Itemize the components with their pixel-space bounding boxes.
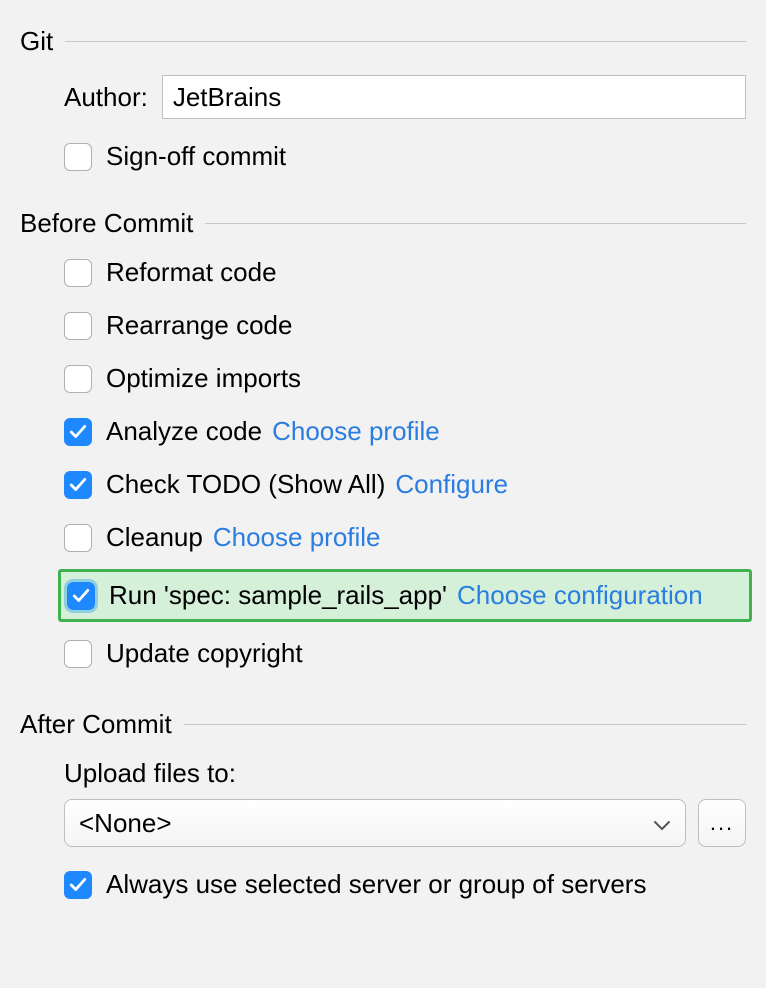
always-use-checkbox[interactable] xyxy=(64,871,92,899)
upload-select-value: <None> xyxy=(79,808,172,839)
analyze-checkbox[interactable] xyxy=(64,418,92,446)
run-tests-checkbox[interactable] xyxy=(67,582,95,610)
todo-checkbox[interactable] xyxy=(64,471,92,499)
before-commit-title: Before Commit xyxy=(20,208,205,239)
author-input[interactable] xyxy=(162,75,746,119)
git-section-header: Git xyxy=(20,26,746,57)
browse-button[interactable]: ... xyxy=(698,799,746,847)
reformat-label: Reformat code xyxy=(106,257,277,288)
before-commit-section-header: Before Commit xyxy=(20,208,746,239)
signoff-checkbox[interactable] xyxy=(64,143,92,171)
optimize-label: Optimize imports xyxy=(106,363,301,394)
run-tests-choose-config-link[interactable]: Choose configuration xyxy=(457,580,703,611)
reformat-checkbox[interactable] xyxy=(64,259,92,287)
rearrange-label: Rearrange code xyxy=(106,310,292,341)
after-commit-section-header: After Commit xyxy=(20,709,746,740)
divider xyxy=(65,41,746,42)
author-label: Author: xyxy=(64,82,148,113)
optimize-checkbox[interactable] xyxy=(64,365,92,393)
analyze-choose-profile-link[interactable]: Choose profile xyxy=(272,416,440,447)
run-tests-highlight: Run 'spec: sample_rails_app' Choose conf… xyxy=(58,569,752,622)
run-tests-label: Run 'spec: sample_rails_app' xyxy=(109,580,447,611)
cleanup-label: Cleanup xyxy=(106,522,203,553)
chevron-down-icon xyxy=(653,808,671,839)
upload-label: Upload files to: xyxy=(64,758,746,789)
cleanup-choose-profile-link[interactable]: Choose profile xyxy=(213,522,381,553)
copyright-label: Update copyright xyxy=(106,638,303,669)
todo-configure-link[interactable]: Configure xyxy=(395,469,508,500)
divider xyxy=(184,724,746,725)
analyze-label: Analyze code xyxy=(106,416,262,447)
always-use-label: Always use selected server or group of s… xyxy=(106,869,646,900)
git-section-title: Git xyxy=(20,26,65,57)
rearrange-checkbox[interactable] xyxy=(64,312,92,340)
cleanup-checkbox[interactable] xyxy=(64,524,92,552)
copyright-checkbox[interactable] xyxy=(64,640,92,668)
todo-label: Check TODO (Show All) xyxy=(106,469,385,500)
signoff-label: Sign-off commit xyxy=(106,141,286,172)
after-commit-title: After Commit xyxy=(20,709,184,740)
upload-select[interactable]: <None> xyxy=(64,799,686,847)
divider xyxy=(205,223,746,224)
ellipsis-icon: ... xyxy=(710,810,734,836)
